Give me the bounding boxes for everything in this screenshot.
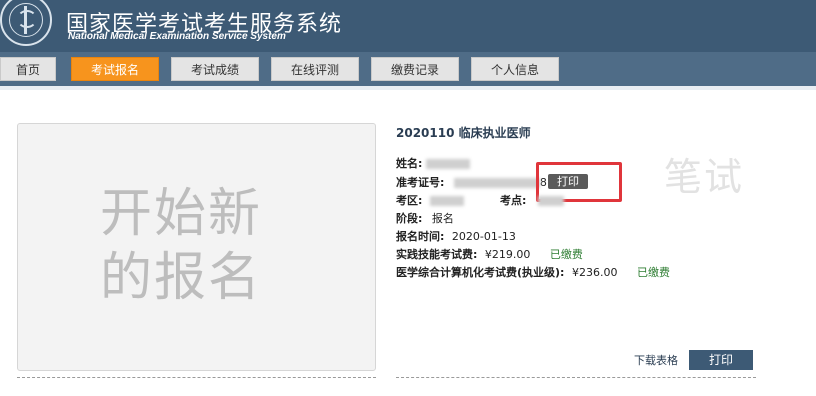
print-button[interactable]: 打印 [689,350,753,370]
fee1-value: ¥219.00 [484,248,531,261]
region-row: 考区: [396,192,464,208]
fee1-status: 已缴费 [549,248,583,261]
reg-time-row: 报名时间: 2020-01-13 [396,228,516,244]
fee2-row: 医学综合计算机化考试费(执业级): ¥236.00 已缴费 [396,264,670,280]
name-redacted [425,159,470,169]
name-row: 姓名: [396,155,470,171]
region-redacted [429,196,464,206]
stage-label: 阶段: [396,212,423,225]
fee2-status: 已缴费 [636,266,670,279]
new-registration-card[interactable]: 开始新 的报名 [17,123,376,371]
stage-value: 报名 [431,212,454,225]
reg-time-label: 报名时间: [396,230,445,243]
site-row: 考点: [500,192,564,208]
site-label: 考点: [500,194,527,207]
ticket-row: 准考证号: 8 [396,174,547,190]
logo-emblem [0,0,52,46]
fee2-value: ¥236.00 [571,266,618,279]
info-divider [396,377,756,378]
ticket-label: 准考证号: [396,176,445,189]
nav-online-assessment[interactable]: 在线评测 [271,57,359,81]
nav-exam-scores[interactable]: 考试成绩 [171,57,259,81]
fee1-row: 实践技能考试费: ¥219.00 已缴费 [396,246,583,262]
card-text-line2: 的报名 [100,248,263,308]
exam-title: 2020110 临床执业医师 [396,126,531,140]
header: 国家医学考试考生服务系统 National Medical Examinatio… [0,0,816,52]
fee2-label: 医学综合计算机化考试费(执业级): [396,266,565,279]
download-form-link[interactable]: 下载表格 [634,352,678,368]
ticket-redacted [453,178,540,188]
nav-home[interactable]: 首页 [0,57,56,81]
exam-type-stamp: 笔试 [664,155,745,199]
card-divider [17,377,376,378]
nav-payment-records[interactable]: 缴费记录 [371,57,459,81]
name-label: 姓名: [396,157,423,170]
site-subtitle: National Medical Examination Service Sys… [68,31,286,42]
nav-divider [0,86,816,90]
nav-exam-registration[interactable]: 考试报名 [71,57,159,81]
stage-row: 阶段: 报名 [396,210,454,226]
card-text-line1: 开始新 [100,184,263,244]
region-label: 考区: [396,194,423,207]
site-redacted [537,196,564,206]
fee1-label: 实践技能考试费: [396,248,478,261]
nav-personal-info[interactable]: 个人信息 [471,57,559,81]
reg-time-value: 2020-01-13 [451,230,516,243]
main-nav: 首页 考试报名 考试成绩 在线评测 缴费记录 个人信息 [0,52,816,86]
